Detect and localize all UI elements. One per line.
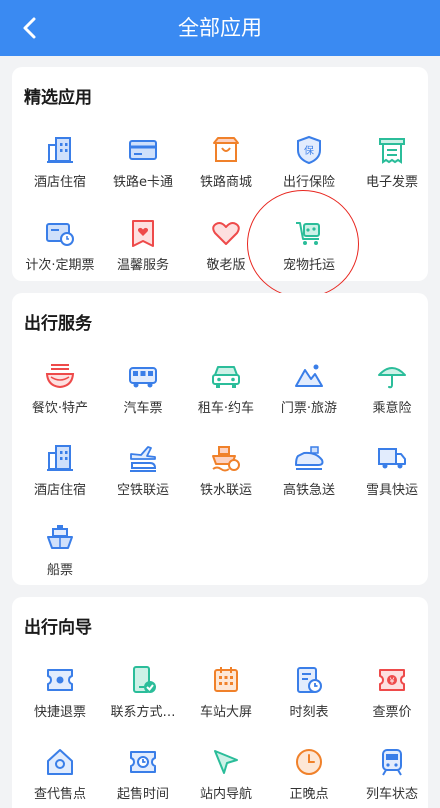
mountain-icon [295, 364, 323, 387]
phone-check-icon [133, 666, 156, 693]
app-label: 电子发票 [365, 175, 418, 190]
hotel-icon [47, 137, 73, 163]
truck-icon [378, 448, 406, 469]
header-bar: 全部应用 [0, 0, 440, 56]
invoice-icon [379, 138, 405, 164]
section-travel-services: 出行服务 餐饮·特产 汽车票 租车·约车 门票·旅游 乘意险 酒店住宿 空铁联运… [12, 293, 428, 585]
hotel-icon [47, 445, 73, 471]
navigation-arrow-icon [214, 750, 238, 774]
price-yen-icon: ¥ [379, 669, 405, 691]
shop-icon [213, 137, 239, 162]
svg-text:¥: ¥ [389, 677, 394, 686]
clock-icon [296, 749, 322, 775]
car-icon [212, 366, 240, 388]
clock-ticket-icon [130, 751, 156, 773]
section-featured-apps: 精选应用 酒店住宿 铁路e卡通 铁路商城 保 出行保险 电子发票 计次·定期票 … [12, 67, 428, 281]
heart-bookmark-icon [132, 220, 154, 247]
timetable-icon [297, 667, 322, 693]
bus-icon [129, 367, 157, 388]
section-title: 出行向导 [24, 618, 92, 638]
app-tile-fare-query[interactable]: ¥ 查票价 [346, 665, 438, 725]
umbrella-icon [378, 367, 406, 389]
section-travel-guide: 出行向导 快捷退票 联系方式… 车站大屏 时刻表 ¥ 查票价 查代售点 起售时间… [12, 597, 428, 808]
svg-text:保: 保 [304, 144, 314, 157]
app-tile-e-invoice[interactable]: 电子发票 [346, 135, 438, 195]
app-tile-train-status[interactable]: 列车状态 [346, 747, 438, 807]
section-title: 精选应用 [24, 88, 92, 108]
app-tile-travel-accident-insurance[interactable]: 乘意险 [346, 361, 438, 421]
insurance-shield-icon: 保 [297, 135, 321, 165]
heart-icon [212, 222, 240, 245]
ticket-card-icon [46, 223, 74, 246]
ship-icon [47, 525, 73, 549]
page-title: 全部应用 [178, 16, 262, 40]
plane-train-icon [130, 446, 157, 472]
card-icon [129, 140, 157, 160]
app-tile-ski-express[interactable]: 雪具快运 [346, 443, 438, 503]
app-label: 雪具快运 [365, 483, 418, 498]
highlight-circle-annotation [247, 190, 359, 298]
app-label: 列车状态 [365, 787, 418, 802]
app-tile-ferry-ticket[interactable]: 船票 [14, 523, 106, 583]
noodle-bowl-icon [45, 364, 75, 389]
app-label: 查票价 [372, 705, 412, 720]
ship-train-icon [212, 446, 240, 472]
app-label: 乘意险 [372, 401, 412, 416]
calendar-grid-icon [214, 667, 238, 692]
app-label: 船票 [46, 563, 73, 578]
high-speed-train-icon [295, 446, 324, 470]
refund-ticket-icon [47, 669, 73, 691]
house-location-icon [47, 749, 73, 775]
section-title: 出行服务 [24, 314, 92, 334]
train-front-icon [382, 749, 402, 776]
